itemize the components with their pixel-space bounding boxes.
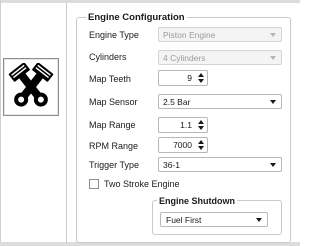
piston-engine-icon <box>8 63 54 107</box>
cylinders-label: Cylinders <box>89 52 127 62</box>
panel-divider <box>66 3 67 243</box>
trigger-type-label: Trigger Type <box>89 160 140 170</box>
cylinders-value: 4 Cylinders <box>163 53 206 63</box>
engine-config-title: Engine Configuration <box>86 12 187 23</box>
map-range-label: Map Range <box>89 120 136 130</box>
chevron-down-icon <box>270 33 276 37</box>
spin-down-icon[interactable] <box>198 79 204 83</box>
map-sensor-value: 2.5 Bar <box>163 97 191 107</box>
chevron-down-icon <box>270 163 276 167</box>
spin-up-icon[interactable] <box>198 120 204 124</box>
window-top-edge <box>0 0 300 3</box>
engine-type-value: Piston Engine <box>163 30 216 40</box>
spin-down-icon[interactable] <box>198 126 204 130</box>
spin-up-icon[interactable] <box>198 140 204 144</box>
rpm-range-value: 7000 <box>173 140 192 150</box>
spin-up-icon[interactable] <box>198 73 204 77</box>
chevron-down-icon <box>256 218 262 222</box>
engine-shutdown-title: Engine Shutdown <box>157 196 237 206</box>
two-stroke-checkbox[interactable] <box>89 179 99 189</box>
rpm-range-spinbox[interactable]: 7000 <box>158 137 208 153</box>
trigger-type-value: 36-1 <box>163 160 181 170</box>
map-sensor-select[interactable]: 2.5 Bar <box>158 94 282 109</box>
two-stroke-label[interactable]: Two Stroke Engine <box>104 179 180 189</box>
chevron-down-icon <box>270 100 276 104</box>
map-sensor-label: Map Sensor <box>89 97 138 107</box>
cylinders-select: 4 Cylinders <box>158 50 282 65</box>
engine-type-label: Engine Type <box>89 30 139 40</box>
spin-down-icon[interactable] <box>198 146 204 150</box>
engine-shutdown-value: Fuel First <box>166 215 202 225</box>
engine-shutdown-select[interactable]: Fuel First <box>160 212 268 227</box>
piston-engine-icon-box[interactable] <box>3 58 59 116</box>
map-teeth-value: 9 <box>187 73 192 83</box>
map-teeth-label: Map Teeth <box>89 74 131 84</box>
engine-type-select: Piston Engine <box>158 27 282 42</box>
map-teeth-spinbox[interactable]: 9 <box>158 70 208 86</box>
map-range-value: 1.1 <box>180 120 192 130</box>
window-left-edge <box>0 0 1 246</box>
chevron-down-icon <box>270 56 276 60</box>
map-range-spinbox[interactable]: 1.1 <box>158 117 208 133</box>
engine-config-panel: Engine Configuration Engine Type Piston … <box>0 0 300 246</box>
trigger-type-select[interactable]: 36-1 <box>158 157 282 172</box>
rpm-range-label: RPM Range <box>89 141 139 151</box>
